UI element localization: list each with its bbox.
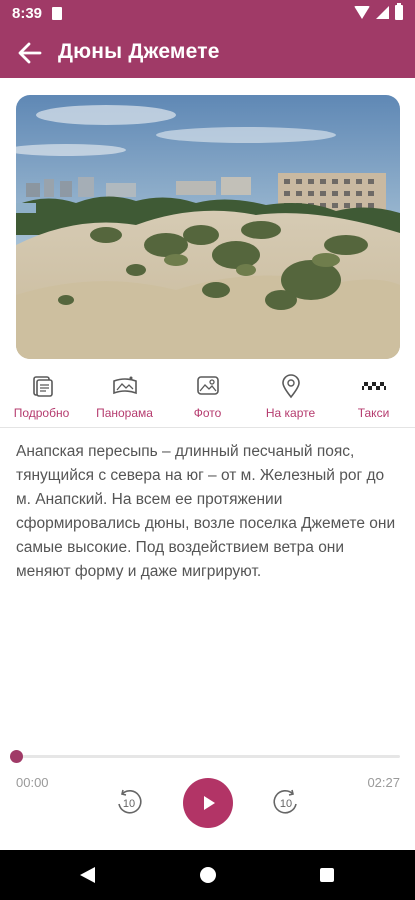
nav-home-icon[interactable] <box>200 867 216 883</box>
tab-label: Панорама <box>96 406 153 420</box>
forward-10-button[interactable]: 10 <box>270 786 302 818</box>
current-time: 00:00 <box>16 775 49 790</box>
dunes-photo <box>16 95 400 359</box>
description-text: Анапская пересыпь – длинный песчаный поя… <box>16 443 396 580</box>
audio-progress-bar[interactable] <box>10 750 400 763</box>
forward-seconds: 10 <box>280 798 292 810</box>
tab-label: На карте <box>265 406 316 420</box>
nav-back-icon[interactable] <box>80 867 95 883</box>
page-title: Дюны Джемете <box>58 40 220 63</box>
back-button[interactable] <box>16 40 44 66</box>
photo-icon <box>196 376 219 395</box>
tab-panorama[interactable]: Панорама <box>83 370 166 427</box>
detail-tabs: Подробно Панорама Фото На карте Такси <box>0 370 415 428</box>
document-icon <box>32 376 53 397</box>
map-pin-icon <box>281 374 300 399</box>
total-time: 02:27 <box>367 775 400 790</box>
status-icons <box>354 3 403 20</box>
hero-photo[interactable] <box>16 95 400 359</box>
sim-card-icon <box>52 7 62 20</box>
progress-knob[interactable] <box>10 750 23 763</box>
panorama-icon <box>112 376 137 395</box>
nav-recents-icon[interactable] <box>320 868 334 882</box>
wifi-icon <box>354 6 370 19</box>
status-time: 8:39 <box>12 5 43 22</box>
status-bar: 8:39 <box>0 0 415 28</box>
tab-label: Фото <box>193 406 222 420</box>
tab-label: Такси <box>357 406 390 420</box>
tab-on-map[interactable]: На карте <box>249 370 332 427</box>
rewind-10-button[interactable]: 10 <box>113 786 145 818</box>
tab-photo[interactable]: Фото <box>166 370 249 427</box>
app-bar: Дюны Джемете <box>0 28 415 78</box>
arrow-left-icon <box>18 42 42 64</box>
tab-details[interactable]: Подробно <box>0 370 83 427</box>
signal-icon <box>376 6 389 19</box>
taxi-icon <box>361 382 386 390</box>
play-button[interactable] <box>183 778 233 828</box>
tab-taxi[interactable]: Такси <box>332 370 415 427</box>
forward-10-icon: 10 <box>273 789 297 814</box>
rewind-seconds: 10 <box>123 798 135 810</box>
battery-icon <box>395 3 403 20</box>
rewind-10-icon: 10 <box>118 789 142 814</box>
tab-label: Подробно <box>13 406 70 420</box>
system-nav-bar <box>0 850 415 900</box>
